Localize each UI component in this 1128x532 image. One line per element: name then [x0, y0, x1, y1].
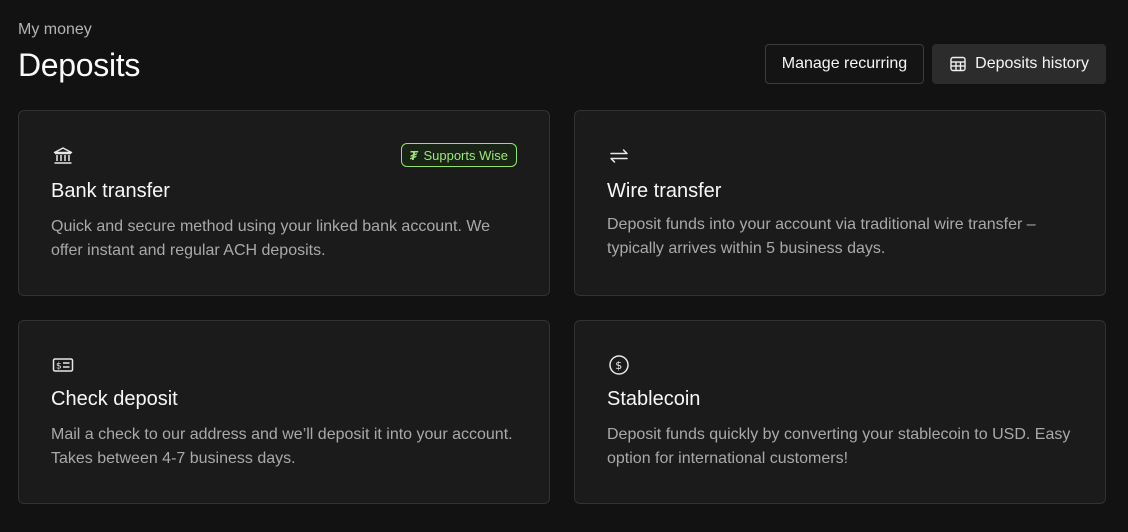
page-title: Deposits [18, 47, 141, 83]
card-description: Mail a check to our address and we’ll de… [51, 426, 513, 467]
transfer-arrows-icon [607, 144, 631, 168]
card-title: Stablecoin [607, 388, 701, 410]
dollar-coin-icon: $ [607, 353, 631, 377]
supports-wise-badge: ₮ Supports Wise [400, 143, 517, 167]
wise-icon: ₮ [409, 147, 418, 163]
manage-recurring-label: Manage recurring [781, 55, 908, 72]
stablecoin-card[interactable]: $ Stablecoin Deposit funds quickly by co… [574, 320, 1106, 504]
wire-transfer-card[interactable]: Wire transfer Deposit funds into your ac… [574, 110, 1106, 296]
card-title: Bank transfer [51, 180, 170, 202]
card-description: Deposit funds into your account via trad… [607, 216, 1036, 257]
table-icon [949, 55, 967, 73]
card-description: Deposit funds quickly by converting your… [607, 426, 1071, 467]
svg-text:$: $ [56, 362, 62, 372]
card-title: Check deposit [51, 388, 178, 410]
deposits-page: My money Deposits Manage recurring Depos… [0, 0, 1128, 532]
header-actions: Manage recurring Deposits history [764, 44, 1106, 84]
badge-label: Supports Wise [423, 147, 508, 163]
check-deposit-card[interactable]: $ Check deposit Mail a check to our addr… [18, 320, 550, 504]
manage-recurring-button[interactable]: Manage recurring [764, 44, 925, 84]
breadcrumb[interactable]: My money [18, 21, 92, 39]
bank-transfer-card[interactable]: ₮ Supports Wise Bank transfer Quick and … [18, 110, 550, 296]
card-description: Quick and secure method using your linke… [51, 218, 491, 259]
svg-text:$: $ [615, 359, 622, 372]
card-title: Wire transfer [607, 180, 722, 202]
deposit-methods-grid: ₮ Supports Wise Bank transfer Quick and … [18, 110, 1106, 504]
check-icon: $ [51, 353, 75, 377]
deposits-history-label: Deposits history [975, 55, 1089, 72]
deposits-history-button[interactable]: Deposits history [932, 44, 1106, 84]
bank-icon [51, 144, 75, 168]
